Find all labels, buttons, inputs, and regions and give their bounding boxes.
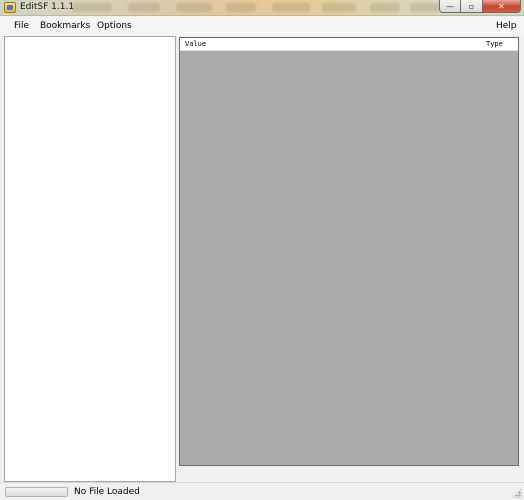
list-body[interactable] (180, 51, 518, 465)
status-text: No File Loaded (74, 487, 140, 497)
menu-options[interactable]: Options (97, 21, 132, 31)
title-bar[interactable]: EditSF 1.1.1 — ▫ ✕ (0, 0, 524, 16)
value-list-view[interactable]: Value Type (179, 37, 519, 466)
menu-bar: File Bookmarks Options Help (0, 17, 524, 36)
close-button[interactable]: ✕ (483, 0, 521, 13)
background-blur-decoration (72, 3, 112, 12)
list-header: Value Type (180, 38, 518, 51)
window-title: EditSF 1.1.1 (20, 2, 75, 12)
menu-file[interactable]: File (14, 21, 29, 31)
background-blur-decoration (226, 3, 256, 12)
maximize-button[interactable]: ▫ (461, 0, 483, 13)
minimize-button[interactable]: — (439, 0, 461, 13)
app-icon[interactable] (4, 2, 16, 13)
background-blur-decoration (370, 3, 400, 12)
background-blur-decoration (128, 3, 160, 12)
menu-help[interactable]: Help (496, 21, 517, 31)
column-header-value[interactable]: Value (185, 40, 206, 48)
background-blur-decoration (272, 3, 310, 12)
menu-bookmarks[interactable]: Bookmarks (40, 21, 90, 31)
resize-grip-icon[interactable] (512, 488, 522, 498)
progress-bar (5, 487, 68, 497)
background-blur-decoration (176, 3, 212, 12)
minimize-icon: — (446, 1, 454, 11)
maximize-icon: ▫ (468, 1, 475, 11)
column-header-type[interactable]: Type (486, 40, 503, 48)
close-icon: ✕ (498, 1, 505, 11)
status-bar: No File Loaded (0, 482, 524, 500)
background-blur-decoration (410, 3, 440, 12)
background-blur-decoration (322, 3, 356, 12)
file-tree-panel[interactable] (4, 36, 176, 482)
window-controls: — ▫ ✕ (439, 0, 521, 13)
